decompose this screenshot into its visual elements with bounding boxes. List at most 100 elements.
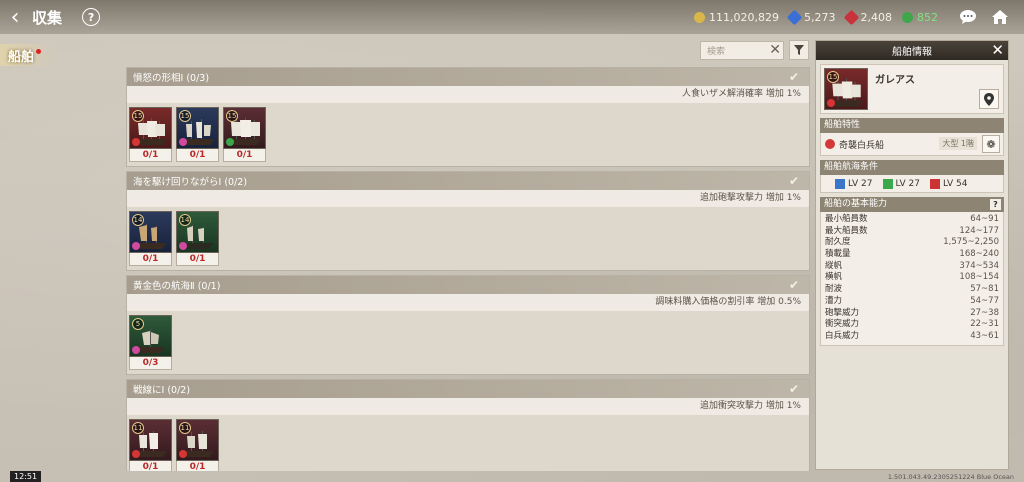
type-badge-icon: [132, 242, 140, 250]
group-header[interactable]: 戦線にⅠ (0/2) ✔: [127, 380, 809, 398]
ship-card[interactable]: 14 0/1: [129, 211, 172, 266]
help-icon[interactable]: ?: [990, 199, 1001, 210]
type-badge-icon: [132, 450, 140, 458]
collection-group: 海を駆け回りながらⅠ (0/2) ✔ 追加砲撃攻撃力 増加 1% 14 0/1 …: [126, 171, 810, 271]
ship-count: 0/1: [176, 253, 219, 266]
top-bar: ‹ 収集 ? 111,020,829 5,273 2,408 852: [0, 0, 1024, 34]
ship-level: 5: [132, 318, 144, 330]
location-button[interactable]: [979, 89, 999, 109]
condition-trade: LV 27: [882, 178, 920, 189]
filter-icon: [794, 45, 804, 55]
ship-count: 0/3: [129, 357, 172, 370]
ship-level: 15: [179, 110, 191, 122]
stats-section: 最小船員数 64~91 最大船員数 124~177 耐久度 1,575~2,250 積…: [820, 212, 1004, 346]
ship-thumbnail: 5: [129, 315, 172, 357]
stat-row: 耐波 57~81: [825, 284, 999, 295]
currency-bar: 111,020,829 5,273 2,408 852: [694, 0, 938, 34]
ship-thumbnail: 15: [223, 107, 266, 149]
blue-gem-currency: 5,273: [786, 9, 836, 25]
stat-row: 横帆 108~154: [825, 272, 999, 283]
ship-card[interactable]: 14 0/1: [176, 211, 219, 266]
stat-row: 最大船員数 124~177: [825, 225, 999, 236]
stat-row: 衝突威力 22~31: [825, 319, 999, 330]
collection-group: 戦線にⅠ (0/2) ✔ 追加衝突攻撃力 増加 1% 11 0/1 11 0/1: [126, 379, 810, 471]
stat-row: 耐久度 1,575~2,250: [825, 237, 999, 248]
group-header[interactable]: 憤怒の形相Ⅰ (0/3) ✔: [127, 68, 809, 86]
type-badge-icon: [226, 138, 234, 146]
check-icon: ✔: [789, 70, 800, 84]
search-input[interactable]: 検索 ✕: [700, 41, 784, 60]
adventure-icon: [835, 178, 845, 189]
type-badge-icon: [132, 138, 140, 146]
type-badge-icon: [179, 138, 187, 146]
ship-card[interactable]: 5 0/3: [129, 315, 172, 370]
boarding-icon: [825, 139, 835, 149]
trait-section-header: 船舶特性: [820, 118, 1004, 133]
ship-card[interactable]: 11 0/1: [176, 419, 219, 471]
stat-row: 砲撃威力 27~38: [825, 307, 999, 318]
ship-count: 0/1: [129, 253, 172, 266]
type-badge-icon: [132, 346, 140, 354]
green-points-icon: [902, 11, 913, 23]
type-badge-icon: [179, 450, 187, 458]
collection-group: 憤怒の形相Ⅰ (0/3) ✔ 人食いザメ解消確率 増加 1% 15 0/1 15…: [126, 67, 810, 167]
type-badge-icon: [179, 242, 187, 250]
stat-row: 漕力 54~77: [825, 295, 999, 306]
ship-card[interactable]: 15 0/1: [129, 107, 172, 162]
stats-section-header: 船舶の基本能力 ?: [820, 197, 1004, 212]
ship-count: 0/1: [129, 149, 172, 162]
battle-icon: [930, 178, 940, 189]
ship-thumbnail: 14: [176, 211, 219, 253]
gear-icon[interactable]: ❁: [982, 135, 1000, 153]
ship-level: 11: [132, 422, 144, 434]
conditions-section-header: 船舶航海条件: [820, 160, 1004, 175]
ship-thumbnail: 15: [176, 107, 219, 149]
type-badge-icon: [827, 99, 835, 107]
ship-level: 11: [179, 422, 191, 434]
gold-icon: [694, 11, 706, 23]
group-effect: 人食いザメ解消確率 増加 1%: [127, 86, 809, 103]
condition-adventure: LV 27: [835, 178, 873, 189]
ship-level: 15: [226, 110, 238, 122]
red-gem-currency: 2,408: [843, 9, 892, 25]
build-version: 1.501.043.49.2305251224 Blue Ocean: [887, 473, 1014, 481]
ship-name: ガレアス: [875, 75, 915, 86]
clear-search-icon[interactable]: ✕: [769, 42, 781, 59]
home-icon[interactable]: [990, 7, 1010, 27]
ship-count: 0/1: [129, 461, 172, 471]
ship-card[interactable]: 11 0/1: [129, 419, 172, 471]
help-icon[interactable]: ?: [82, 8, 101, 26]
group-effect: 追加衝突攻撃力 増加 1%: [127, 398, 809, 415]
back-icon[interactable]: ‹: [0, 0, 30, 34]
ship-trait: 奇襲白兵船 大型 1階 ❁: [821, 133, 1003, 155]
blue-gem-icon: [786, 9, 803, 25]
ship-thumbnail: 14: [129, 211, 172, 253]
ship-thumbnail: 11: [129, 419, 172, 461]
clock: 12:51: [10, 471, 42, 482]
collection-list[interactable]: 憤怒の形相Ⅰ (0/3) ✔ 人食いザメ解消確率 増加 1% 15 0/1 15…: [126, 67, 810, 471]
ship-level: 14: [179, 214, 191, 226]
ship-card[interactable]: 15 0/1: [223, 107, 266, 162]
collection-group: 黄金色の航海Ⅱ (0/1) ✔ 調味料購入価格の割引率 増加 0.5% 5 0/…: [126, 275, 810, 375]
tab-ships[interactable]: 船舶: [0, 44, 56, 66]
trait-section: 奇襲白兵船 大型 1階 ❁: [820, 133, 1004, 156]
ship-card[interactable]: 15 0/1: [176, 107, 219, 162]
check-icon: ✔: [789, 382, 800, 396]
stat-row: 縦帆 374~534: [825, 260, 999, 271]
ship-thumbnail: 15: [129, 107, 172, 149]
chat-icon[interactable]: [958, 7, 978, 27]
gold-currency: 111,020,829: [694, 11, 779, 24]
ship-level: 14: [132, 214, 144, 226]
page-title: 収集: [32, 8, 63, 27]
group-effect: 追加砲撃攻撃力 増加 1%: [127, 190, 809, 207]
ship-count: 0/1: [223, 149, 266, 162]
check-icon: ✔: [789, 174, 800, 188]
ship-level: 15: [132, 110, 144, 122]
stat-row: 積載量 168~240: [825, 249, 999, 260]
close-icon[interactable]: ✕: [991, 41, 1004, 60]
group-header[interactable]: 黄金色の航海Ⅱ (0/1) ✔: [127, 276, 809, 294]
red-gem-icon: [843, 9, 859, 25]
group-header[interactable]: 海を駆け回りながらⅠ (0/2) ✔: [127, 172, 809, 190]
filter-button[interactable]: [789, 40, 809, 60]
stat-row: 白兵威力 43~61: [825, 330, 999, 341]
